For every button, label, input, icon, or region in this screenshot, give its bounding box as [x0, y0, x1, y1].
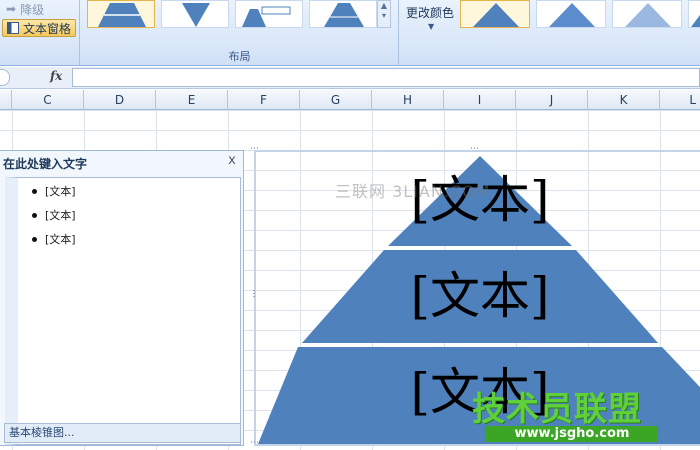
demote-button[interactable]: ➡ 降级: [2, 0, 48, 18]
styles-group: 更改颜色 ▼: [400, 0, 700, 66]
demote-arrow-icon: ➡: [6, 2, 17, 16]
text-pane-label: 文本窗格: [23, 21, 72, 36]
segmented-pyramid-icon: [324, 3, 364, 27]
layout-thumb-pyramid[interactable]: [87, 0, 155, 28]
column-header-l[interactable]: L: [660, 90, 700, 110]
list-item[interactable]: [文本]: [32, 231, 76, 247]
column-header-k[interactable]: K: [588, 90, 660, 110]
style-pyramid-icon: [549, 3, 595, 27]
text-pane-icon: [7, 22, 19, 34]
layout-thumb-inverted[interactable]: [161, 0, 229, 28]
text-pane-button[interactable]: 文本窗格: [2, 19, 77, 37]
style-thumb-3[interactable]: [612, 0, 682, 28]
change-colors-dropdown-icon[interactable]: ▼: [428, 22, 434, 31]
layout-thumb-segmented[interactable]: [309, 0, 377, 28]
column-header-j[interactable]: J: [516, 90, 588, 110]
text-pane-list[interactable]: [文本] [文本] [文本]: [5, 177, 241, 445]
column-header-g[interactable]: G: [300, 90, 372, 110]
pyramid-level-2-text[interactable]: [文本]: [380, 268, 580, 324]
smartart-text-pane: 在此处键入文字 x [文本] [文本] [文本] 基本棱锥图...: [0, 150, 244, 446]
column-header-h[interactable]: H: [372, 90, 444, 110]
layout-thumb-list[interactable]: [235, 0, 303, 28]
create-graphic-group: ➡ 降级 文本窗格: [0, 0, 80, 66]
inverted-pyramid-icon: [182, 3, 210, 27]
text-pane-title: 在此处键入文字: [3, 157, 88, 171]
list-item[interactable]: [文本]: [32, 207, 76, 223]
text-pane-footer-link[interactable]: 基本棱锥图...: [4, 423, 241, 443]
list-item-text[interactable]: [文本]: [45, 183, 76, 199]
demote-label: 降级: [20, 2, 45, 17]
list-item-text[interactable]: [文本]: [45, 207, 76, 223]
layout-group-label: 布局: [228, 50, 251, 63]
style-pyramid-icon: [625, 3, 671, 27]
style-thumb-4[interactable]: [688, 0, 700, 28]
change-colors-button[interactable]: 更改颜色: [406, 4, 454, 21]
formula-input[interactable]: [72, 68, 700, 87]
layout-group: ▲ ▾ 布局: [81, 0, 399, 66]
column-header-e[interactable]: E: [156, 90, 228, 110]
style-pyramid-icon: [473, 3, 519, 27]
formula-bar: fx: [0, 67, 700, 89]
column-header: C D E F G H I J K L: [0, 90, 700, 110]
bullet-icon: [32, 212, 37, 218]
gallery-up-icon: ▲: [380, 1, 388, 10]
column-header-d[interactable]: D: [84, 90, 156, 110]
logo-watermark-url: www.jsgho.com: [486, 426, 658, 442]
list-item[interactable]: [文本]: [32, 183, 76, 199]
insert-function-button[interactable]: fx: [50, 69, 62, 83]
bullet-icon: [32, 188, 37, 194]
list-item-text[interactable]: [文本]: [45, 231, 76, 247]
gallery-scroll[interactable]: ▲ ▾: [377, 0, 391, 28]
site-watermark: 三联网 3LIAN.COM: [335, 182, 491, 201]
style-thumb-1[interactable]: [460, 0, 530, 28]
ribbon: ➡ 降级 文本窗格 ▲ ▾ 布局 更改颜色 ▼: [0, 0, 700, 66]
name-box[interactable]: [0, 69, 10, 86]
column-header-c[interactable]: C: [12, 90, 84, 110]
gallery-more-icon: ▾: [381, 11, 386, 20]
pyramid-layout-icon: [98, 3, 146, 27]
logo-watermark: 技术员联盟 www.jsgho.com: [472, 382, 658, 444]
bullet-icon: [32, 236, 37, 242]
column-header-f[interactable]: F: [228, 90, 300, 110]
text-pane-close-button[interactable]: x: [224, 153, 240, 169]
style-thumb-2[interactable]: [536, 0, 606, 28]
column-header-i[interactable]: I: [444, 90, 516, 110]
style-pyramid-icon: [691, 15, 700, 27]
pyramid-list-icon: [242, 6, 291, 27]
logo-watermark-text: 技术员联盟: [472, 389, 642, 428]
column-header-partial[interactable]: [0, 90, 12, 110]
